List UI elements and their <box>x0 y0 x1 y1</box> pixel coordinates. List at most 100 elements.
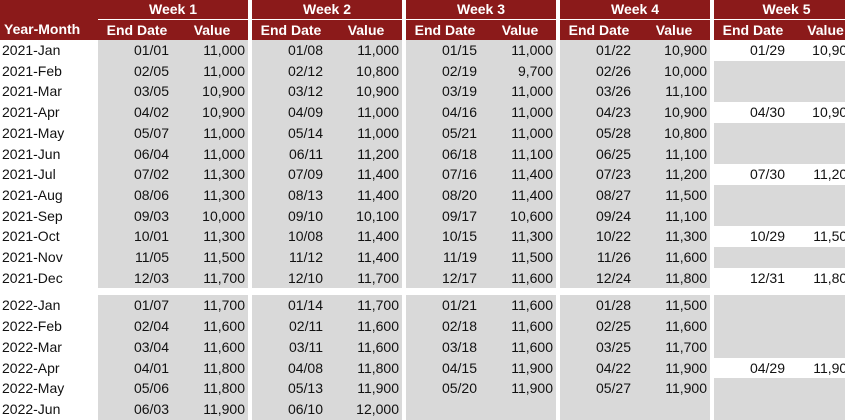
end-date-cell: 11/26 <box>560 247 638 268</box>
end-date-cell: 07/16 <box>406 164 484 185</box>
end-date-cell <box>714 316 792 337</box>
end-date-cell: 02/12 <box>252 60 330 82</box>
end-date-cell: 10/01 <box>98 226 176 248</box>
value-cell <box>792 295 845 317</box>
value-cell: 11,900 <box>484 357 556 379</box>
value-cell: 11,100 <box>638 143 710 165</box>
value-cell: 11,500 <box>792 226 845 248</box>
value-cell: 11,000 <box>484 102 556 123</box>
end-date-cell: 04/08 <box>252 357 330 379</box>
end-date-cell: 01/14 <box>252 295 330 317</box>
value-cell: 11,900 <box>638 378 710 399</box>
year-month-cell: 2022-Jan <box>0 295 98 317</box>
end-date-cell: 03/04 <box>98 336 176 358</box>
value-cell: 11,000 <box>484 81 556 103</box>
end-date-cell: 05/13 <box>252 378 330 399</box>
end-date-cell: 01/22 <box>560 40 638 61</box>
end-date-cell: 06/04 <box>98 143 176 165</box>
end-date-cell: 10/08 <box>252 226 330 248</box>
table-row: 2021-Aug 08/06 11,300 08/13 11,400 08/20 11,40… <box>0 184 845 206</box>
end-date-cell: 01/29 <box>714 40 792 61</box>
value-cell: 11,600 <box>176 336 248 358</box>
end-date-cell: 09/03 <box>98 205 176 227</box>
value-cell: 10,900 <box>638 102 710 123</box>
table-row: 2022-Mar 03/04 11,600 03/11 11,600 03/18 11,60… <box>0 336 845 358</box>
end-date-cell: 12/17 <box>406 267 484 289</box>
end-date-cell: 02/11 <box>252 316 330 337</box>
value-cell: 11,800 <box>792 267 845 289</box>
value-cell: 11,200 <box>330 143 402 165</box>
year-month-cell: 2021-Dec <box>0 267 98 289</box>
value-cell: 11,600 <box>638 316 710 337</box>
end-date-cell: 03/25 <box>560 336 638 358</box>
end-date-header: End Date <box>98 20 176 40</box>
weekly-values-table: Year-Month Week 1 Week 2 Week 3 Week 4 W… <box>0 0 845 420</box>
value-cell: 11,900 <box>638 357 710 379</box>
value-cell: 11,100 <box>638 205 710 227</box>
value-cell: 11,400 <box>330 247 402 268</box>
value-cell: 11,800 <box>330 357 402 379</box>
end-date-cell <box>714 378 792 399</box>
year-month-cell: 2021-Apr <box>0 102 98 123</box>
year-month-cell: 2021-Nov <box>0 247 98 268</box>
value-cell: 11,000 <box>330 40 402 61</box>
end-date-cell: 05/14 <box>252 122 330 144</box>
table-row: 2021-Feb 02/05 11,000 02/12 10,800 02/19 9,700… <box>0 60 845 82</box>
end-date-cell: 03/26 <box>560 81 638 103</box>
table-row: 2021-Nov 11/05 11,500 11/12 11,400 11/19 11,50… <box>0 247 845 268</box>
end-date-cell: 02/26 <box>560 60 638 82</box>
value-cell: 11,400 <box>330 184 402 206</box>
year-month-cell: 2021-Jan <box>0 40 98 61</box>
year-month-cell: 2021-Jul <box>0 164 98 185</box>
week-3-header: Week 3 <box>406 0 556 20</box>
year-month-cell: 2021-May <box>0 122 98 144</box>
value-cell: 10,900 <box>638 40 710 61</box>
week-1-header: Week 1 <box>98 0 248 20</box>
week-header-row: Year-Month Week 1 Week 2 Week 3 Week 4 W… <box>0 0 845 40</box>
year-month-cell: 2021-Aug <box>0 184 98 206</box>
table-row: 2021-Sep 09/03 10,000 09/10 10,100 09/17 10,60… <box>0 205 845 227</box>
value-cell: 11,400 <box>484 164 556 185</box>
end-date-cell: 12/31 <box>714 267 792 289</box>
value-cell: 10,900 <box>792 102 845 123</box>
end-date-cell: 09/17 <box>406 205 484 227</box>
end-date-cell: 04/22 <box>560 357 638 379</box>
end-date-cell: 01/28 <box>560 295 638 317</box>
value-cell: 11,600 <box>484 336 556 358</box>
table-row: 2022-May 05/06 11,800 05/13 11,900 05/20 11,90… <box>0 378 845 399</box>
value-cell: 11,900 <box>330 378 402 399</box>
end-date-cell: 01/07 <box>98 295 176 317</box>
end-date-cell: 01/15 <box>406 40 484 61</box>
year-month-cell: 2022-Feb <box>0 316 98 337</box>
value-cell: 11,600 <box>638 247 710 268</box>
end-date-cell: 04/15 <box>406 357 484 379</box>
end-date-header: End Date <box>406 20 484 40</box>
value-cell: 11,500 <box>484 247 556 268</box>
end-date-cell: 05/28 <box>560 122 638 144</box>
value-cell: 11,200 <box>792 164 845 185</box>
year-month-cell: 2022-Apr <box>0 357 98 379</box>
table-row: 2022-Feb 02/04 11,600 02/11 11,600 02/18 11,60… <box>0 316 845 337</box>
table-row: 2021-Oct 10/01 11,300 10/08 11,400 10/15 11,30… <box>0 226 845 248</box>
year-separator-row <box>0 288 845 296</box>
end-date-cell: 01/08 <box>252 40 330 61</box>
value-cell: 11,500 <box>176 247 248 268</box>
table-row: 2021-Jun 06/04 11,000 06/11 11,200 06/18 11,10… <box>0 143 845 165</box>
week-2-header: Week 2 <box>252 0 402 20</box>
value-cell: 11,000 <box>176 122 248 144</box>
value-cell: 11,700 <box>330 295 402 317</box>
value-cell: 11,800 <box>176 357 248 379</box>
value-header: Value <box>792 20 845 40</box>
end-date-cell: 04/23 <box>560 102 638 123</box>
end-date-cell: 02/19 <box>406 60 484 82</box>
value-cell: 11,600 <box>484 295 556 317</box>
end-date-cell: 07/09 <box>252 164 330 185</box>
end-date-header: End Date <box>252 20 330 40</box>
value-cell: 11,400 <box>330 226 402 248</box>
value-cell: 10,900 <box>176 81 248 103</box>
end-date-cell: 08/27 <box>560 184 638 206</box>
value-cell: 11,800 <box>176 378 248 399</box>
end-date-cell <box>714 184 792 206</box>
value-cell: 11,800 <box>638 267 710 289</box>
value-cell <box>792 122 845 144</box>
